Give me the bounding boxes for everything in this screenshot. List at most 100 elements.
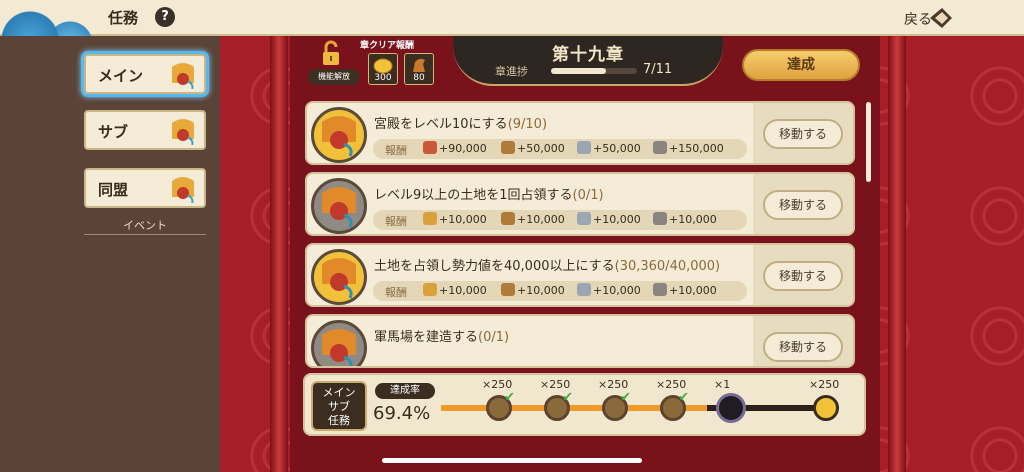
wood-icon <box>501 212 515 225</box>
reward-label: 報酬 <box>385 144 407 157</box>
stone-icon <box>653 141 667 154</box>
milestone-multiplier: ×250 <box>809 378 840 391</box>
milestone-chest[interactable]: ✔ <box>486 390 515 421</box>
reward-item: +10,000 <box>501 212 565 226</box>
chapter-progress-bar <box>551 68 637 74</box>
reward-label: 報酬 <box>385 215 407 228</box>
event-label: イベント <box>123 219 167 232</box>
fan-icon <box>172 63 194 89</box>
task-type-badge: メイン サブ 任務 <box>311 381 367 431</box>
sidebar: メイン サブ 同盟 イベント <box>0 36 220 472</box>
reward-amount: +150,000 <box>669 142 724 155</box>
reward-row: 報酬 +90,000 +50,000 +50,000 +150,000 <box>373 139 747 159</box>
iron-icon <box>577 212 591 225</box>
reward-item: +10,000 <box>653 212 717 226</box>
go-button[interactable]: 移動する <box>763 332 843 362</box>
tab-main[interactable]: メイン <box>84 54 206 94</box>
back-arrow-icon[interactable] <box>928 6 954 30</box>
reward-count: 300 <box>374 73 392 83</box>
quest-icon <box>311 178 367 234</box>
reward-amount: +10,000 <box>517 284 565 297</box>
reward-amount: +10,000 <box>669 213 717 226</box>
unlock-label: 機能解放 <box>308 69 360 85</box>
iron-icon <box>577 283 591 296</box>
quest-title: 土地を占領し勢力値を40,000以上にする(30,360/40,000) <box>374 255 720 274</box>
tab-sub[interactable]: サブ <box>84 110 206 150</box>
reward-row: 報酬 +10,000 +10,000 +10,000 +10,000 <box>373 281 747 301</box>
check-icon: ✔ <box>562 390 573 405</box>
pillar-right <box>888 36 906 472</box>
reward-amount: +90,000 <box>439 142 487 155</box>
tab-label: メイン <box>98 67 144 85</box>
fan-icon <box>322 329 356 366</box>
chapter-progress-fill <box>551 68 606 74</box>
quest-action-area: 移動する <box>753 245 853 305</box>
grain-icon <box>423 212 437 225</box>
wave-decoration <box>0 0 95 36</box>
reward-amount: +50,000 <box>593 142 641 155</box>
quest-icon <box>311 107 367 163</box>
quest-title: 軍馬場を建造する(0/1) <box>374 326 509 345</box>
reward-item: +50,000 <box>577 141 641 155</box>
quest-icon <box>311 249 367 305</box>
quest-title-text: 軍馬場を建造する <box>374 330 479 345</box>
quest-card: レベル9以上の土地を1回占領する(0/1) 報酬 +10,000 +10,000… <box>305 172 855 236</box>
quest-action-area: 移動する <box>753 174 853 234</box>
milestone-chest[interactable] <box>716 393 746 423</box>
fan-icon <box>172 119 194 145</box>
milestone-chest[interactable]: ✔ <box>602 390 631 421</box>
reward-item: +10,000 <box>577 283 641 297</box>
badge-line: サブ <box>328 400 350 413</box>
chapter-progress-label: 章進捗 <box>495 65 528 78</box>
quest-card: 土地を占領し勢力値を40,000以上にする(30,360/40,000) 報酬 … <box>305 243 855 307</box>
fan-icon <box>172 177 194 203</box>
go-button[interactable]: 移動する <box>763 261 843 291</box>
reward-amount: +10,000 <box>593 213 641 226</box>
home-indicator <box>382 458 642 463</box>
achieve-button[interactable]: 達成 <box>742 49 860 81</box>
reward-item: +50,000 <box>501 141 565 155</box>
quest-title-text: 土地を占領し勢力値を40,000以上にする <box>374 259 615 274</box>
quest-progress: (0/1) <box>572 188 604 203</box>
quest-progress: (0/1) <box>478 330 510 345</box>
chapter-reward-horse[interactable]: 80 <box>404 53 434 85</box>
milestone-chest[interactable]: ✔ <box>544 390 573 421</box>
quest-title: レベル9以上の土地を1回占領する(0/1) <box>374 184 604 203</box>
quest-scrollbar[interactable] <box>866 102 871 182</box>
unlock-icon <box>323 40 339 65</box>
milestone-multiplier: ×1 <box>714 378 731 391</box>
check-icon: ✔ <box>620 390 631 405</box>
help-icon[interactable]: ? <box>155 7 175 27</box>
reward-row: 報酬 +10,000 +10,000 +10,000 +10,000 <box>373 210 747 230</box>
fan-icon <box>322 116 356 157</box>
go-button[interactable]: 移動する <box>763 119 843 149</box>
milestone-chest[interactable] <box>813 395 839 421</box>
milestone-chest[interactable]: ✔ <box>660 390 689 421</box>
reward-item: +10,000 <box>577 212 641 226</box>
reward-label: 報酬 <box>385 286 407 299</box>
quest-title-text: 宮殿をレベル10にする <box>374 117 508 132</box>
grain-icon <box>423 283 437 296</box>
reward-amount: +10,000 <box>439 284 487 297</box>
stone-icon <box>653 212 667 225</box>
page-title: 任務 <box>108 9 139 27</box>
reward-item: +90,000 <box>423 141 487 155</box>
wood-icon <box>501 283 515 296</box>
fan-icon <box>322 187 356 228</box>
chapter-progress-count: 7/11 <box>643 62 673 77</box>
chapter-reward-gold[interactable]: 300 <box>368 53 398 85</box>
divider <box>84 234 206 235</box>
check-icon: ✔ <box>504 390 515 405</box>
chapter-header: 第十九章 章進捗 7/11 <box>453 36 723 86</box>
quest-action-area: 移動する <box>753 316 853 366</box>
go-button[interactable]: 移動する <box>763 190 843 220</box>
tab-alliance[interactable]: 同盟 <box>84 168 206 208</box>
badge-line: メイン <box>322 386 356 399</box>
fan-icon <box>322 258 356 299</box>
reward-amount: +10,000 <box>439 213 487 226</box>
reward-item: +10,000 <box>653 283 717 297</box>
reward-count: 80 <box>413 73 425 83</box>
quest-action-area: 移動する <box>753 103 853 163</box>
completion-panel: メイン サブ 任務 達成率 69.4% ×250 ✔ ×250 ✔ ×250 ✔ ×250 ✔… <box>303 373 866 436</box>
reward-item: +10,000 <box>423 283 487 297</box>
